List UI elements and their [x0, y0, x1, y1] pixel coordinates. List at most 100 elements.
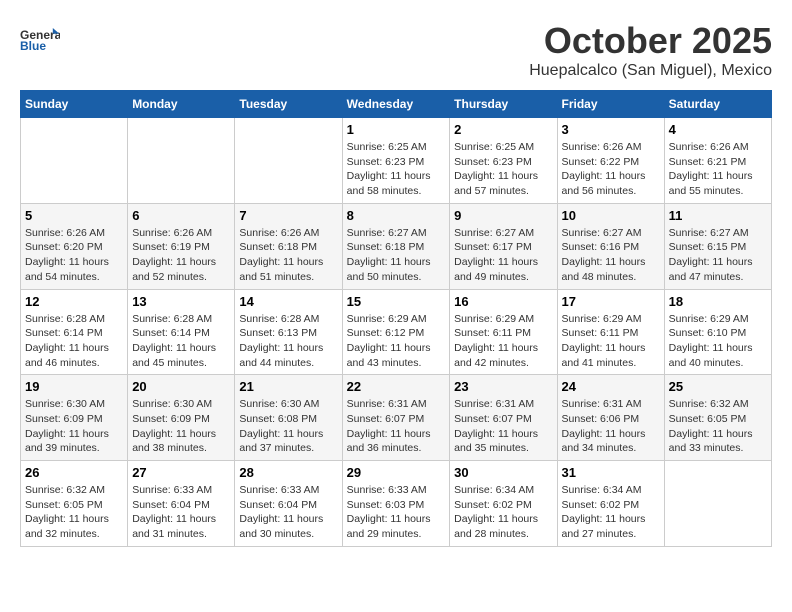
day-number: 23 [454, 379, 552, 394]
cell-info: Sunrise: 6:26 AMSunset: 6:21 PMDaylight:… [669, 140, 767, 199]
day-number: 8 [347, 208, 446, 223]
calendar-cell: 23 Sunrise: 6:31 AMSunset: 6:07 PMDayligh… [450, 375, 557, 461]
day-number: 21 [239, 379, 337, 394]
calendar-cell [21, 118, 128, 204]
day-number: 30 [454, 465, 552, 480]
day-number: 7 [239, 208, 337, 223]
day-number: 19 [25, 379, 123, 394]
cell-info: Sunrise: 6:25 AMSunset: 6:23 PMDaylight:… [347, 140, 446, 199]
day-number: 31 [562, 465, 660, 480]
day-number: 25 [669, 379, 767, 394]
day-number: 3 [562, 122, 660, 137]
weekday-header-thursday: Thursday [450, 91, 557, 118]
calendar-cell: 15Sunrise: 6:29 AMSunset: 6:12 PMDayligh… [342, 289, 450, 375]
calendar-cell [128, 118, 235, 204]
calendar-cell: 9 Sunrise: 6:27 AMSunset: 6:17 PMDaylight… [450, 203, 557, 289]
cell-info: Sunrise: 6:31 AMSunset: 6:06 PMDaylight:… [562, 397, 660, 456]
calendar-cell: 21Sunrise: 6:30 AMSunset: 6:08 PMDayligh… [235, 375, 342, 461]
day-number: 16 [454, 294, 552, 309]
calendar-cell: 25 Sunrise: 6:32 AMSunset: 6:05 PMDayligh… [664, 375, 771, 461]
day-number: 26 [25, 465, 123, 480]
cell-info: Sunrise: 6:28 AMSunset: 6:14 PMDaylight:… [132, 312, 230, 371]
day-number: 14 [239, 294, 337, 309]
weekday-header-friday: Friday [557, 91, 664, 118]
calendar-cell: 18 Sunrise: 6:29 AMSunset: 6:10 PMDayligh… [664, 289, 771, 375]
logo: GeneralBlue [20, 20, 60, 60]
calendar-cell: 27Sunrise: 6:33 AMSunset: 6:04 PMDayligh… [128, 461, 235, 547]
title-block: October 2025 Huepalcalco (San Miguel), M… [529, 20, 772, 80]
day-number: 13 [132, 294, 230, 309]
day-number: 17 [562, 294, 660, 309]
day-number: 6 [132, 208, 230, 223]
cell-info: Sunrise: 6:27 AMSunset: 6:17 PMDaylight:… [454, 226, 552, 285]
cell-info: Sunrise: 6:29 AMSunset: 6:11 PMDaylight:… [454, 312, 552, 371]
day-number: 5 [25, 208, 123, 223]
cell-info: Sunrise: 6:32 AMSunset: 6:05 PMDaylight:… [669, 397, 767, 456]
calendar-cell: 28Sunrise: 6:33 AMSunset: 6:04 PMDayligh… [235, 461, 342, 547]
day-number: 22 [347, 379, 446, 394]
day-number: 18 [669, 294, 767, 309]
calendar-cell: 6 Sunrise: 6:26 AMSunset: 6:19 PMDaylight… [128, 203, 235, 289]
calendar-cell: 22 Sunrise: 6:31 AMSunset: 6:07 PMDayligh… [342, 375, 450, 461]
calendar-cell: 11Sunrise: 6:27 AMSunset: 6:15 PMDayligh… [664, 203, 771, 289]
day-number: 29 [347, 465, 446, 480]
cell-info: Sunrise: 6:27 AMSunset: 6:16 PMDaylight:… [562, 226, 660, 285]
cell-info: Sunrise: 6:29 AMSunset: 6:11 PMDaylight:… [562, 312, 660, 371]
cell-info: Sunrise: 6:27 AMSunset: 6:18 PMDaylight:… [347, 226, 446, 285]
cell-info: Sunrise: 6:31 AMSunset: 6:07 PMDaylight:… [347, 397, 446, 456]
cell-info: Sunrise: 6:34 AMSunset: 6:02 PMDaylight:… [562, 483, 660, 542]
day-number: 1 [347, 122, 446, 137]
calendar-cell: 29 Sunrise: 6:33 AMSunset: 6:03 PMDayligh… [342, 461, 450, 547]
calendar-cell: 20Sunrise: 6:30 AMSunset: 6:09 PMDayligh… [128, 375, 235, 461]
calendar-cell: 5 Sunrise: 6:26 AMSunset: 6:20 PMDaylight… [21, 203, 128, 289]
calendar-cell: 4Sunrise: 6:26 AMSunset: 6:21 PMDaylight… [664, 118, 771, 204]
day-number: 24 [562, 379, 660, 394]
cell-info: Sunrise: 6:29 AMSunset: 6:10 PMDaylight:… [669, 312, 767, 371]
calendar-cell: 8 Sunrise: 6:27 AMSunset: 6:18 PMDaylight… [342, 203, 450, 289]
cell-info: Sunrise: 6:26 AMSunset: 6:20 PMDaylight:… [25, 226, 123, 285]
calendar-table: SundayMondayTuesdayWednesdayThursdayFrid… [20, 90, 772, 547]
calendar-cell: 19 Sunrise: 6:30 AMSunset: 6:09 PMDayligh… [21, 375, 128, 461]
calendar-week-row: 12 Sunrise: 6:28 AMSunset: 6:14 PMDayligh… [21, 289, 772, 375]
cell-info: Sunrise: 6:30 AMSunset: 6:09 PMDaylight:… [25, 397, 123, 456]
cell-info: Sunrise: 6:31 AMSunset: 6:07 PMDaylight:… [454, 397, 552, 456]
day-number: 12 [25, 294, 123, 309]
calendar-week-row: 19 Sunrise: 6:30 AMSunset: 6:09 PMDayligh… [21, 375, 772, 461]
cell-info: Sunrise: 6:33 AMSunset: 6:04 PMDaylight:… [239, 483, 337, 542]
day-number: 27 [132, 465, 230, 480]
cell-info: Sunrise: 6:30 AMSunset: 6:09 PMDaylight:… [132, 397, 230, 456]
calendar-cell [664, 461, 771, 547]
calendar-cell: 2Sunrise: 6:25 AMSunset: 6:23 PMDaylight… [450, 118, 557, 204]
calendar-cell: 10 Sunrise: 6:27 AMSunset: 6:16 PMDayligh… [557, 203, 664, 289]
weekday-header-sunday: Sunday [21, 91, 128, 118]
calendar-cell: 16 Sunrise: 6:29 AMSunset: 6:11 PMDayligh… [450, 289, 557, 375]
calendar-cell: 24 Sunrise: 6:31 AMSunset: 6:06 PMDayligh… [557, 375, 664, 461]
calendar-cell: 30 Sunrise: 6:34 AMSunset: 6:02 PMDayligh… [450, 461, 557, 547]
weekday-header-tuesday: Tuesday [235, 91, 342, 118]
calendar-cell: 17 Sunrise: 6:29 AMSunset: 6:11 PMDayligh… [557, 289, 664, 375]
cell-info: Sunrise: 6:26 AMSunset: 6:22 PMDaylight:… [562, 140, 660, 199]
day-number: 2 [454, 122, 552, 137]
month-title: October 2025 [529, 20, 772, 62]
calendar-cell: 31 Sunrise: 6:34 AMSunset: 6:02 PMDayligh… [557, 461, 664, 547]
cell-info: Sunrise: 6:34 AMSunset: 6:02 PMDaylight:… [454, 483, 552, 542]
cell-info: Sunrise: 6:33 AMSunset: 6:03 PMDaylight:… [347, 483, 446, 542]
calendar-cell: 26 Sunrise: 6:32 AMSunset: 6:05 PMDayligh… [21, 461, 128, 547]
weekday-header-monday: Monday [128, 91, 235, 118]
cell-info: Sunrise: 6:26 AMSunset: 6:19 PMDaylight:… [132, 226, 230, 285]
cell-info: Sunrise: 6:27 AMSunset: 6:15 PMDaylight:… [669, 226, 767, 285]
day-number: 15 [347, 294, 446, 309]
location-title: Huepalcalco (San Miguel), Mexico [529, 62, 772, 80]
calendar-cell: 3 Sunrise: 6:26 AMSunset: 6:22 PMDaylight… [557, 118, 664, 204]
day-number: 9 [454, 208, 552, 223]
page-header: GeneralBlue October 2025 Huepalcalco (Sa… [20, 20, 772, 80]
logo-icon: GeneralBlue [20, 20, 60, 60]
calendar-cell: 13 Sunrise: 6:28 AMSunset: 6:14 PMDayligh… [128, 289, 235, 375]
calendar-week-row: 1 Sunrise: 6:25 AMSunset: 6:23 PMDaylight… [21, 118, 772, 204]
cell-info: Sunrise: 6:32 AMSunset: 6:05 PMDaylight:… [25, 483, 123, 542]
calendar-cell: 1 Sunrise: 6:25 AMSunset: 6:23 PMDaylight… [342, 118, 450, 204]
calendar-cell: 14Sunrise: 6:28 AMSunset: 6:13 PMDayligh… [235, 289, 342, 375]
calendar-week-row: 26 Sunrise: 6:32 AMSunset: 6:05 PMDayligh… [21, 461, 772, 547]
day-number: 10 [562, 208, 660, 223]
calendar-cell: 7Sunrise: 6:26 AMSunset: 6:18 PMDaylight… [235, 203, 342, 289]
